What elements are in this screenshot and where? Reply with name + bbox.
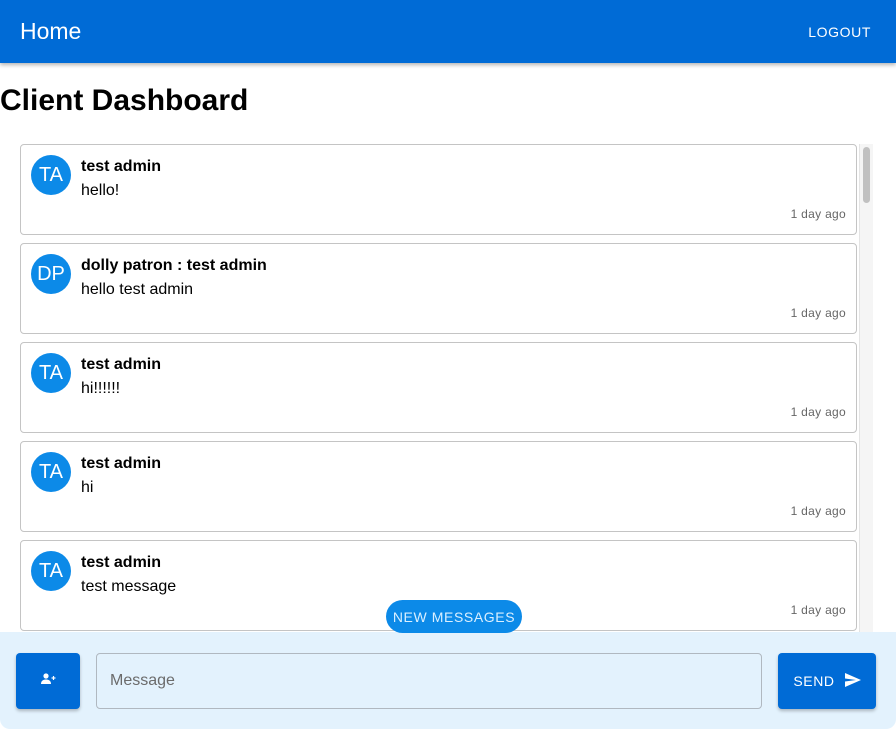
message-text: test message (81, 578, 177, 595)
new-messages-button[interactable]: NEW MESSAGES (386, 600, 522, 633)
send-label: SEND (793, 673, 835, 689)
message-time: 1 day ago (790, 306, 846, 320)
avatar: DP (31, 254, 71, 294)
add-recipient-button[interactable] (16, 653, 80, 709)
message-sender: dolly patron : test admin (81, 257, 267, 274)
person-add-icon (40, 672, 56, 690)
message-text: hi!!!!!! (81, 380, 121, 397)
avatar: TA (31, 353, 71, 393)
message-card: DP dolly patron : test admin hello test … (20, 243, 857, 334)
app-bar: Home LOGOUT (0, 0, 896, 63)
scrollbar-thumb[interactable] (863, 147, 870, 203)
avatar: TA (31, 155, 71, 195)
message-sender: test admin (81, 554, 162, 571)
message-list-scrollbar[interactable] (859, 144, 873, 632)
send-button[interactable]: SEND (778, 653, 876, 709)
message-text: hello test admin (81, 281, 194, 298)
logout-button[interactable]: LOGOUT (796, 18, 883, 46)
message-card: TA test admin hi 1 day ago (20, 441, 857, 532)
message-time: 1 day ago (790, 207, 846, 221)
message-time: 1 day ago (790, 504, 846, 518)
message-list[interactable]: TA test admin hello! 1 day ago DP dolly … (20, 144, 858, 632)
app-title: Home (20, 18, 82, 44)
message-time: 1 day ago (790, 405, 846, 419)
message-text: hi (81, 479, 94, 496)
message-sender: test admin (81, 356, 162, 373)
message-card: TA test admin hello! 1 day ago (20, 144, 857, 235)
send-icon (844, 672, 861, 690)
page-title: Client Dashboard (0, 84, 249, 117)
message-composer: SEND (0, 632, 896, 729)
message-sender: test admin (81, 455, 162, 472)
message-card: TA test admin hi!!!!!! 1 day ago (20, 342, 857, 433)
message-time: 1 day ago (790, 603, 846, 617)
message-input[interactable] (96, 653, 762, 709)
avatar: TA (31, 452, 71, 492)
avatar: TA (31, 551, 71, 591)
message-sender: test admin (81, 158, 162, 175)
message-text: hello! (81, 182, 120, 199)
